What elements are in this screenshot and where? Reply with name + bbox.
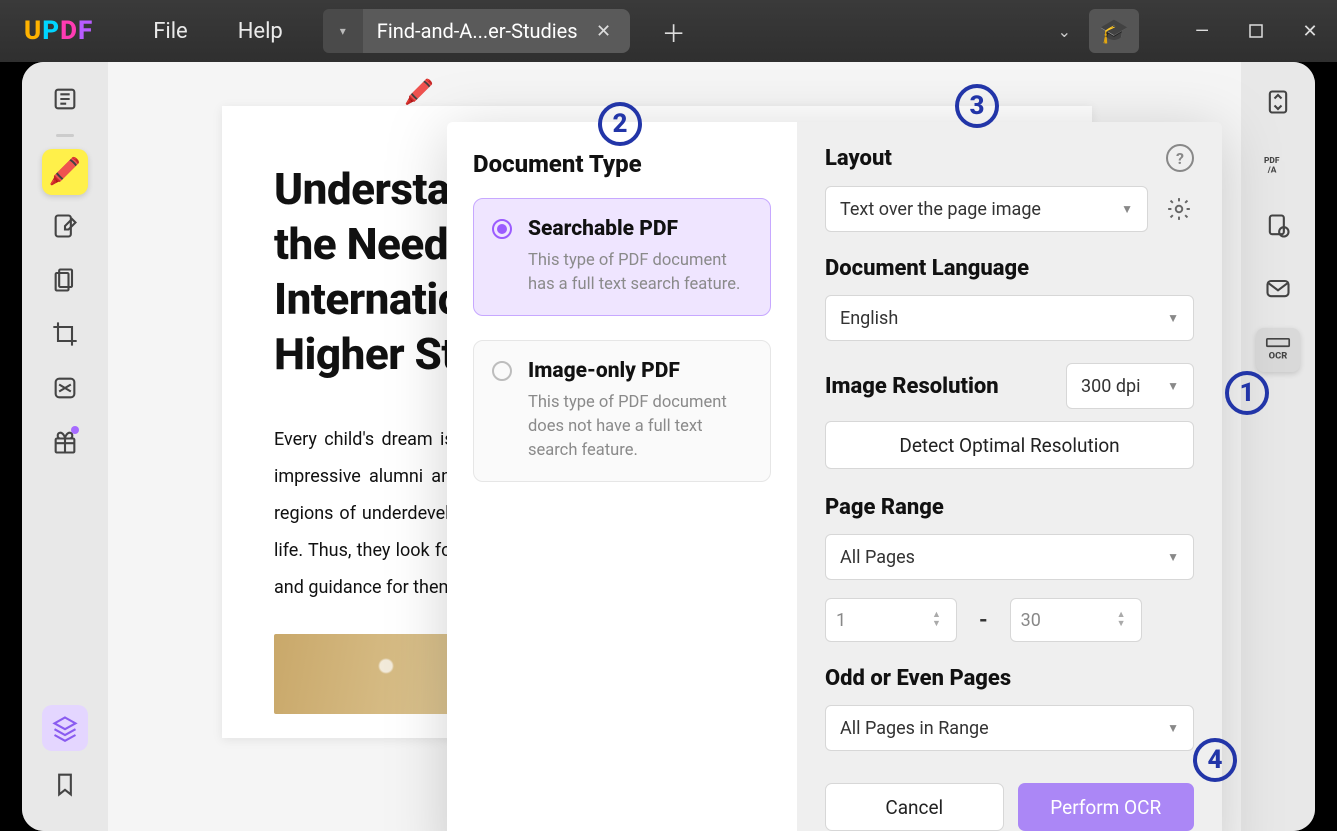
- workspace: 🖍️ PDF/A OCR 🖍️ Understanding the Need f…: [0, 62, 1337, 831]
- bookmark-icon[interactable]: [42, 761, 88, 807]
- window-close-button[interactable]: ✕: [1283, 0, 1337, 62]
- edit-tool-icon[interactable]: [42, 203, 88, 249]
- stepper-icon[interactable]: ▲▼: [932, 603, 950, 637]
- layout-settings-button[interactable]: [1164, 194, 1194, 224]
- menu-file[interactable]: File: [153, 19, 188, 44]
- svg-text:/A: /A: [1267, 165, 1277, 175]
- titlebar-right: ⌄ 🎓 — ✕: [1058, 0, 1337, 62]
- ocr-icon[interactable]: OCR: [1256, 328, 1300, 372]
- crop-tool-icon[interactable]: [42, 311, 88, 357]
- layers-icon[interactable]: [42, 705, 88, 751]
- option-title: Image-only PDF: [528, 359, 752, 383]
- page-range-select[interactable]: All Pages ▼: [825, 534, 1194, 580]
- app-frame: 🖍️ PDF/A OCR 🖍️ Understanding the Need f…: [22, 62, 1315, 831]
- option-title: Searchable PDF: [528, 217, 752, 241]
- mail-icon[interactable]: [1256, 266, 1300, 310]
- toolbar-separator: [56, 134, 74, 137]
- callout-4: 4: [1193, 738, 1237, 782]
- resolution-title: Image Resolution: [825, 374, 999, 399]
- pdfa-icon[interactable]: PDF/A: [1256, 142, 1300, 186]
- range-dash: -: [979, 608, 988, 633]
- ocr-panel-left: Document Type Searchable PDF This type o…: [447, 122, 797, 831]
- tab-history-button[interactable]: ▾: [323, 9, 363, 53]
- protect-icon[interactable]: [1256, 204, 1300, 248]
- gift-icon[interactable]: [42, 419, 88, 465]
- chevron-down-icon: ▼: [1167, 721, 1179, 735]
- stepper-icon[interactable]: ▲▼: [1117, 603, 1135, 637]
- menu-help[interactable]: Help: [238, 19, 283, 44]
- pages-tool-icon[interactable]: [42, 257, 88, 303]
- reader-mode-icon[interactable]: [42, 76, 88, 122]
- page-to-input[interactable]: 30 ▲▼: [1010, 598, 1142, 642]
- document-marker-icon: 🖍️: [404, 78, 434, 106]
- ocr-panel-right: Layout ? Text over the page image ▼ Docu…: [797, 122, 1222, 831]
- svg-text:OCR: OCR: [1269, 350, 1288, 361]
- perform-ocr-button[interactable]: Perform OCR: [1018, 783, 1195, 831]
- option-description: This type of PDF document has a full tex…: [528, 249, 752, 297]
- new-tab-button[interactable]: ＋: [656, 14, 692, 49]
- redact-tool-icon[interactable]: [42, 365, 88, 411]
- app-logo: UPDF: [24, 16, 93, 46]
- ocr-panel: Document Type Searchable PDF This type o…: [447, 122, 1222, 831]
- tab-group: ▾ Find-and-A...er-Studies ✕ ＋: [323, 0, 692, 62]
- chevron-down-icon: ▼: [1167, 550, 1179, 564]
- chevron-down-icon: ▼: [1121, 202, 1133, 216]
- callout-2: 2: [598, 102, 642, 146]
- left-toolbar: 🖍️: [22, 62, 108, 831]
- account-avatar-button[interactable]: 🎓: [1089, 9, 1139, 53]
- tab-title: Find-and-A...er-Studies: [377, 19, 578, 43]
- language-title: Document Language: [825, 256, 1194, 281]
- layout-select[interactable]: Text over the page image ▼: [825, 186, 1148, 232]
- option-image-only-pdf[interactable]: Image-only PDF This type of PDF document…: [473, 340, 771, 482]
- option-description: This type of PDF document does not have …: [528, 391, 752, 463]
- layout-select-value: Text over the page image: [840, 199, 1041, 220]
- window-minimize-button[interactable]: —: [1175, 0, 1229, 62]
- highlighter-tool-icon[interactable]: 🖍️: [42, 149, 88, 195]
- language-select-value: English: [840, 308, 898, 329]
- odd-even-value: All Pages in Range: [840, 718, 989, 739]
- odd-even-select[interactable]: All Pages in Range ▼: [825, 705, 1194, 751]
- option-searchable-pdf[interactable]: Searchable PDF This type of PDF document…: [473, 198, 771, 316]
- resolution-select-value: 300 dpi: [1081, 376, 1140, 397]
- help-icon[interactable]: ?: [1166, 144, 1194, 172]
- page-from-input[interactable]: 1 ▲▼: [825, 598, 957, 642]
- title-bar: UPDF File Help ▾ Find-and-A...er-Studies…: [0, 0, 1337, 62]
- cancel-button[interactable]: Cancel: [825, 783, 1004, 831]
- callout-3: 3: [955, 84, 999, 128]
- layout-title: Layout: [825, 146, 892, 171]
- callout-1: 1: [1225, 371, 1269, 415]
- detect-resolution-button[interactable]: Detect Optimal Resolution: [825, 421, 1194, 469]
- odd-even-title: Odd or Even Pages: [825, 666, 1194, 691]
- titlebar-dropdown[interactable]: ⌄: [1058, 22, 1071, 41]
- page-range-title: Page Range: [825, 495, 1194, 520]
- convert-icon[interactable]: [1256, 80, 1300, 124]
- page-range-value: All Pages: [840, 547, 915, 568]
- window-maximize-button[interactable]: [1229, 0, 1283, 62]
- document-type-title: Document Type: [473, 150, 771, 178]
- chevron-down-icon: ▼: [1167, 379, 1179, 393]
- radio-icon: [492, 219, 512, 239]
- right-toolbar: PDF/A OCR: [1241, 62, 1315, 831]
- language-select[interactable]: English ▼: [825, 295, 1194, 341]
- page-from-value: 1: [836, 610, 846, 631]
- resolution-select[interactable]: 300 dpi ▼: [1066, 363, 1194, 409]
- tab-close-button[interactable]: ✕: [592, 21, 616, 42]
- page-to-value: 30: [1021, 610, 1041, 631]
- radio-icon: [492, 361, 512, 381]
- chevron-down-icon: ▼: [1167, 311, 1179, 325]
- document-tab[interactable]: Find-and-A...er-Studies ✕: [363, 9, 630, 53]
